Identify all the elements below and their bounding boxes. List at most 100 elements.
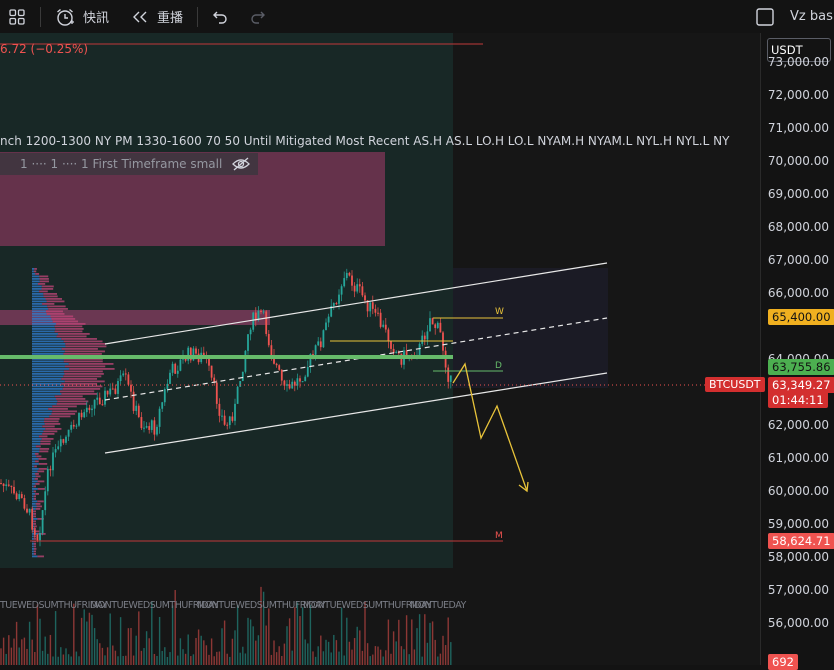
candle-body <box>46 468 49 492</box>
profile-bar-sell <box>35 475 41 478</box>
profile-bar-sell <box>33 270 37 273</box>
volume-bar <box>416 628 418 665</box>
profile-bar-sell <box>43 295 58 298</box>
candle-body <box>104 390 106 405</box>
candle-body <box>98 397 101 405</box>
candle-body <box>345 272 348 279</box>
volume-bar <box>390 653 392 665</box>
profile-bar-sell <box>33 490 36 493</box>
price-axis-label: 71,000.00 <box>767 121 829 135</box>
symbol-tag: BTCUSDT <box>705 377 765 392</box>
profile-bar-sell <box>61 393 98 395</box>
candle-body <box>174 363 177 374</box>
volume-bar <box>444 645 447 665</box>
profile-bar-sell <box>50 315 74 318</box>
indicator-legend-row[interactable]: 1 ···· 1 ···· 1 First Timeframe small <box>0 153 258 175</box>
profile-bar-buy <box>32 470 38 473</box>
redo-button[interactable] <box>250 0 270 33</box>
price-axis[interactable]: USDT 73,000.00 72,000.00 71,000.00 70,000.0… <box>760 33 834 670</box>
profile-bar-sell <box>64 373 104 375</box>
profile-bar-buy <box>32 370 64 373</box>
profile-bar-sell <box>33 485 36 488</box>
volume-bar <box>330 652 332 665</box>
layout-grid-button[interactable] <box>0 0 34 33</box>
profile-bar-sell <box>61 338 97 340</box>
candle-body <box>348 272 351 276</box>
candle-body <box>439 322 442 333</box>
profile-bar-buy <box>32 385 64 388</box>
profile-bar-sell <box>37 488 45 490</box>
undo-button[interactable] <box>212 0 232 33</box>
profile-bar-sell <box>57 400 89 403</box>
candle-body <box>210 365 213 378</box>
profile-bar-buy <box>32 405 53 408</box>
profile-bar-buy <box>32 500 38 503</box>
candle-body <box>260 310 262 313</box>
indicator-settings-text[interactable]: nch 1200-1300 NY PM 1330-1600 70 50 Unti… <box>0 134 729 148</box>
profile-bar-sell <box>64 350 105 353</box>
volume-bar <box>197 629 200 665</box>
profile-bar-buy <box>32 555 38 558</box>
candle-body <box>436 322 439 328</box>
profile-bar-sell <box>35 460 39 463</box>
eye-hidden-icon[interactable] <box>232 157 251 171</box>
replay-button[interactable]: 重播 <box>131 0 183 33</box>
profile-bar-buy <box>32 278 40 280</box>
candle-body <box>10 485 13 487</box>
candle-body <box>247 334 249 351</box>
candle-body <box>280 369 283 381</box>
profile-bar-buy <box>32 448 40 450</box>
profile-bar-buy <box>32 408 49 410</box>
profile-bar-sell <box>37 470 45 473</box>
profile-bar-buy <box>32 303 43 305</box>
candle-body <box>319 341 322 348</box>
volume-bar <box>273 640 275 665</box>
price-chart[interactable] <box>0 33 760 665</box>
volume-bar <box>15 621 18 665</box>
volume-bar <box>70 656 72 665</box>
profile-bar-sell <box>33 545 36 548</box>
candle-body <box>293 381 296 386</box>
profile-bar-sell <box>34 268 37 270</box>
candle-body <box>62 439 65 443</box>
volume-bar <box>356 626 358 665</box>
profile-bar-sell <box>35 493 40 495</box>
volume-bar <box>377 646 379 665</box>
candle-body <box>335 303 338 305</box>
profile-bar-buy <box>32 543 34 545</box>
profile-bar-sell <box>37 283 46 285</box>
profile-bar-sell <box>33 498 36 500</box>
volume-bar <box>73 603 75 665</box>
profile-bar-sell <box>33 548 37 550</box>
volume-bar <box>78 656 80 665</box>
volume-bar <box>385 650 387 665</box>
volume-bar <box>164 647 166 665</box>
volume-bar <box>434 639 436 665</box>
layout-name-label[interactable]: Vz basi <box>790 9 834 24</box>
profile-bar-sell <box>42 303 55 305</box>
volume-bar <box>340 607 343 665</box>
volume-bar <box>156 656 158 665</box>
profile-bar-sell <box>33 510 36 513</box>
flash-news-button[interactable]: 快訊 <box>55 0 109 33</box>
profile-bar-buy <box>32 485 34 488</box>
undo-icon <box>213 11 227 24</box>
candle-body <box>169 372 171 384</box>
profile-bar-buy <box>32 338 62 340</box>
chart-pane[interactable]: 6.72 (−0.25%) nch 1200-1300 NY PM 1330-1… <box>0 33 760 665</box>
profile-bar-sell <box>54 330 83 333</box>
checkbox-button[interactable] <box>756 0 776 33</box>
candle-body <box>130 384 132 392</box>
profile-bar-sell <box>56 335 87 338</box>
volume-bar <box>312 651 314 665</box>
volume-bar <box>52 656 54 665</box>
profile-bar-buy <box>32 283 38 285</box>
profile-bar-buy <box>32 453 35 455</box>
candle-body <box>18 494 21 500</box>
profile-bar-buy <box>32 443 41 445</box>
volume-bar <box>413 649 416 665</box>
profile-bar-buy <box>32 420 44 423</box>
volume-bar <box>335 640 338 665</box>
candle-body <box>377 312 379 314</box>
candle-body <box>384 324 387 330</box>
